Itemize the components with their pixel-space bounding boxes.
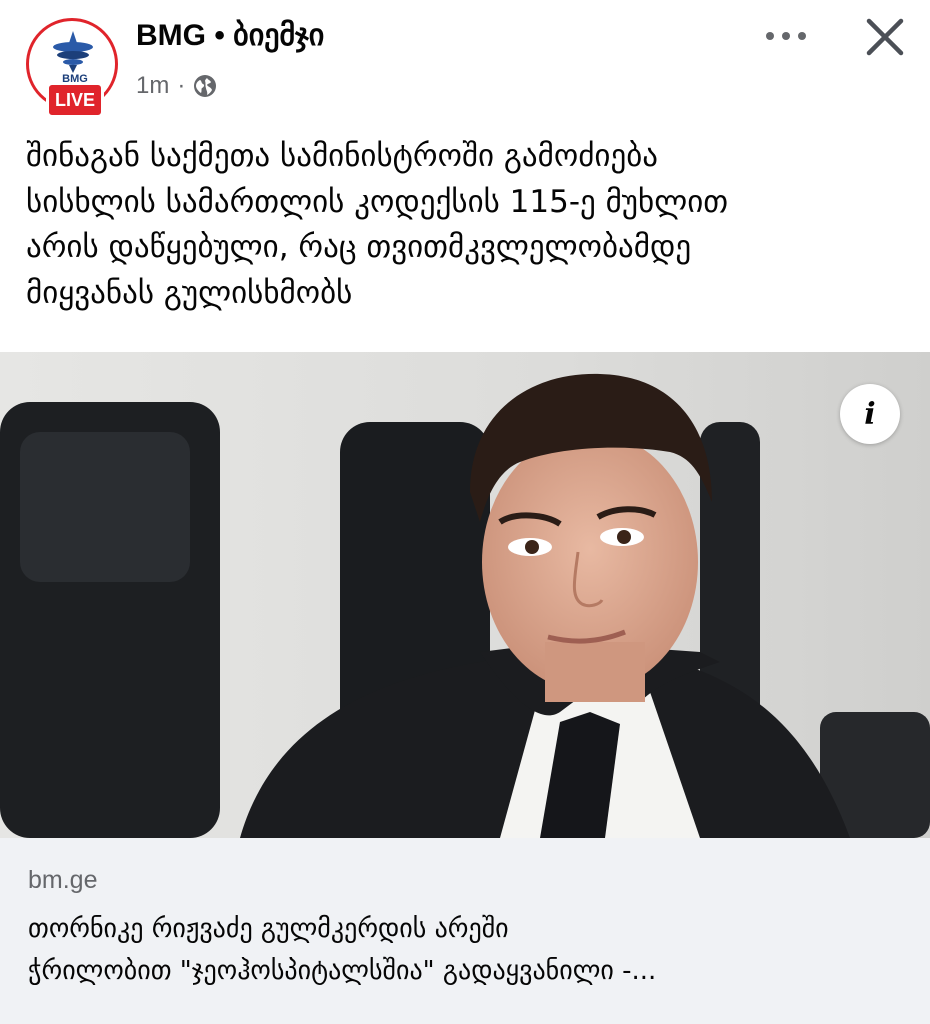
close-button[interactable] [858,12,912,62]
link-title: თორნიკე რიჟვაძე გულმკერდის არეში ჭრილობი… [28,908,908,992]
post-text-line: მიყვანას გულისხმობს [26,274,353,311]
portrait-photo [0,352,930,838]
meta-separator: · [177,72,186,99]
post-meta: 1m · [136,72,217,100]
post-text-line: შინაგან საქმეთა სამინისტროში გამოძიება [26,138,659,174]
page-avatar[interactable]: BMG LIVE [26,18,118,118]
bmg-logo-icon [53,31,93,73]
live-badge: LIVE [46,82,104,118]
close-icon [866,18,904,56]
post-image[interactable] [0,352,930,838]
more-options-button[interactable] [758,18,814,54]
post-timestamp[interactable]: 1m [136,72,169,100]
more-icon [766,32,806,40]
post-text: შინაგან საქმეთა სამინისტროში გამოძიება ს… [26,134,906,316]
link-title-line: ჭრილობით "ჯეოჰოსპიტალსშია" გადაყვანილი -… [28,956,657,986]
globe-icon [194,75,217,97]
info-icon: i [864,396,876,432]
link-title-line: თორნიკე რიჟვაძე გულმკერდის არეში [28,914,509,944]
info-button[interactable]: i [840,384,900,444]
link-domain: bm.ge [28,866,98,894]
page-name-link[interactable]: BMG • ბიემჯი [136,18,324,53]
post-text-line: არის დაწყებული, რაც თვითმკვლელობამდე [26,229,692,265]
post-header: BMG LIVE BMG • ბიემჯი 1m · [0,0,930,120]
link-preview-card[interactable]: bm.ge თორნიკე რიჟვაძე გულმკერდის არეში ჭ… [0,838,930,1024]
post-text-line: სისხლის სამართლის კოდექსის 115-ე მუხლით [26,183,729,220]
